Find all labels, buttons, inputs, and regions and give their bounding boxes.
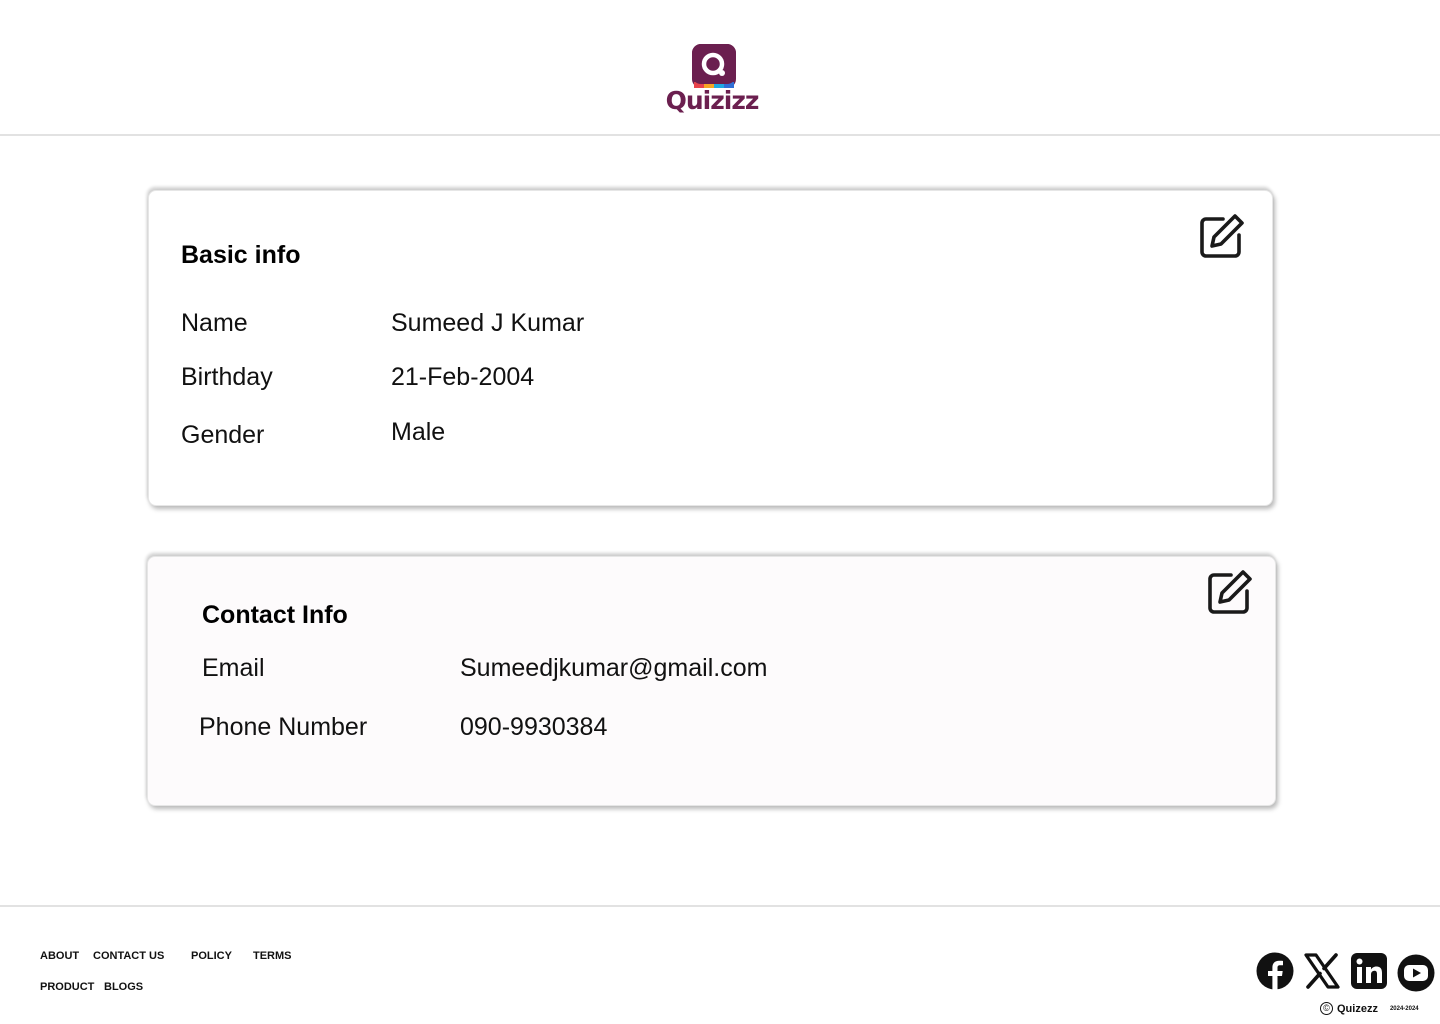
footer-link-terms[interactable]: TERMS: [253, 950, 292, 962]
name-label: Name: [181, 309, 248, 337]
copyright: © Quizezz 2024-2024: [1320, 1002, 1419, 1015]
footer-link-blogs[interactable]: BLOGS: [104, 981, 143, 993]
contact-info-title: Contact Info: [202, 601, 348, 629]
email-label: Email: [202, 654, 265, 682]
footer-link-contact-us[interactable]: CONTACT US: [93, 950, 164, 962]
basic-info-title: Basic info: [181, 241, 301, 269]
phone-value: 090-9930384: [460, 713, 608, 741]
copyright-years: 2024-2024: [1389, 1005, 1419, 1012]
edit-icon[interactable]: [1205, 569, 1253, 617]
contact-info-card: Contact Info Email Sumeedjkumar@gmail.co…: [147, 556, 1276, 806]
footer-link-policy[interactable]: POLICY: [191, 950, 232, 962]
name-value: Sumeed J Kumar: [391, 309, 585, 337]
edit-icon[interactable]: [1197, 213, 1245, 261]
birthday-value: 21-Feb-2004: [391, 363, 535, 391]
linkedin-icon[interactable]: [1350, 952, 1388, 990]
facebook-icon[interactable]: [1256, 952, 1294, 990]
footer-link-about[interactable]: ABOUT: [40, 950, 79, 962]
copyright-name: Quizezz: [1337, 1002, 1378, 1015]
footer: ABOUT CONTACT US POLICY TERMS PRODUCT BL…: [0, 905, 1440, 1024]
birthday-label: Birthday: [181, 363, 273, 391]
quizizz-logo[interactable]: Quizizz: [664, 40, 760, 120]
basic-info-card: Basic info Name Sumeed J Kumar Birthday …: [148, 190, 1273, 506]
logo-wordmark: Quizizz: [665, 86, 760, 115]
logo-mark-icon: [692, 44, 736, 88]
gender-value: Male: [391, 418, 446, 446]
x-icon[interactable]: [1303, 952, 1341, 990]
phone-label: Phone Number: [199, 713, 368, 741]
youtube-icon[interactable]: [1397, 954, 1435, 992]
header: Quizizz: [0, 0, 1440, 136]
email-value: Sumeedjkumar@gmail.com: [460, 654, 768, 682]
gender-label: Gender: [181, 421, 265, 449]
copyright-icon: ©: [1320, 1002, 1333, 1015]
footer-link-product[interactable]: PRODUCT: [40, 981, 94, 993]
